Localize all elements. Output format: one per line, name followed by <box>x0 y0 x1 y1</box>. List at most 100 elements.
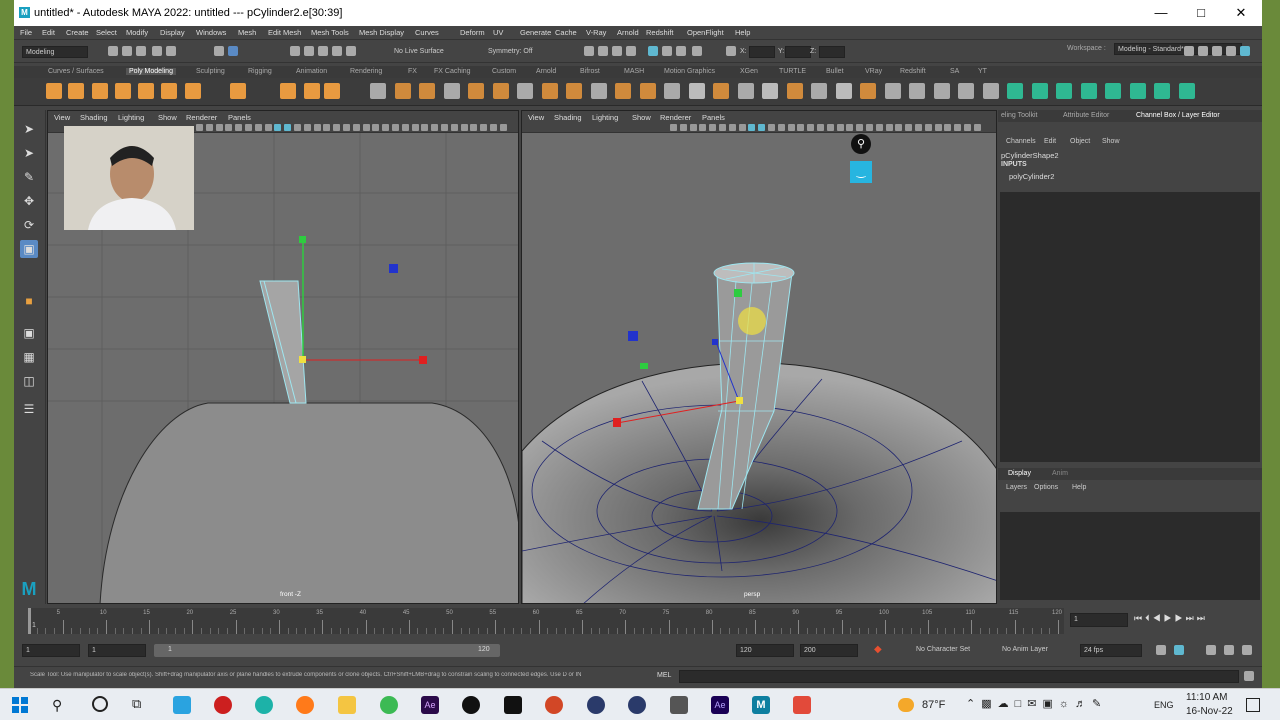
shelf-tab-fx[interactable]: FX <box>408 68 417 75</box>
capcut-icon[interactable] <box>504 696 522 714</box>
viewport-tool-29-icon[interactable] <box>470 124 478 131</box>
viewport-tool-23-icon[interactable] <box>885 124 893 131</box>
viewport-tool-4-icon[interactable] <box>699 124 707 131</box>
shelf-tool-22-icon[interactable] <box>884 83 901 99</box>
menu-create[interactable]: Create <box>66 28 89 37</box>
shelf-tool-34-icon[interactable] <box>1178 83 1195 99</box>
poly-disc-icon[interactable] <box>185 83 201 99</box>
snap-curve-icon[interactable] <box>304 46 314 56</box>
temperature[interactable]: 87°F <box>922 699 945 711</box>
svg-icon[interactable] <box>324 83 340 99</box>
viewport-tool-14-icon[interactable] <box>797 124 805 131</box>
shelf-tab-bullet[interactable]: Bullet <box>826 68 844 75</box>
menu-openflight[interactable]: OpenFlight <box>687 28 724 37</box>
modeling-toolkit-icon[interactable] <box>1184 46 1194 56</box>
shelf-tab-sculpting[interactable]: Sculpting <box>196 68 225 75</box>
app-icon[interactable] <box>670 696 688 714</box>
rotate-tool-icon[interactable]: ⟳ <box>20 216 38 234</box>
shelf-tool-8-icon[interactable] <box>541 83 558 99</box>
media-player-icon[interactable] <box>793 696 811 714</box>
viewport-tool-17-icon[interactable] <box>826 124 834 131</box>
hypershade-icon[interactable] <box>626 46 636 56</box>
select-component-icon[interactable] <box>228 46 238 56</box>
viewport-tool-15-icon[interactable] <box>333 124 341 131</box>
after-effects-icon[interactable]: Ae <box>421 696 439 714</box>
playback-start-field[interactable]: 1 <box>88 644 146 657</box>
view-menu[interactable]: View <box>54 113 70 122</box>
menu-generate[interactable]: Generate <box>520 28 551 37</box>
viewport-tool-13-icon[interactable] <box>787 124 795 131</box>
anim-layer-dropdown[interactable]: No Anim Layer <box>1002 646 1048 653</box>
viewport-tool-2-icon[interactable] <box>205 124 213 131</box>
minimize-button[interactable]: — <box>1141 3 1181 23</box>
shelf-tool-16-icon[interactable] <box>737 83 754 99</box>
viewport-icon-bar[interactable] <box>522 124 996 133</box>
shelf-tab-rigging[interactable]: Rigging <box>248 68 272 75</box>
renderer-menu[interactable]: Renderer <box>660 113 691 122</box>
shelf-tool-31-icon[interactable] <box>1105 83 1121 99</box>
viewport-tool-30-icon[interactable] <box>480 124 488 131</box>
viewport-tool-22-icon[interactable] <box>401 124 409 131</box>
shelf-tab-fx-caching[interactable]: FX Caching <box>434 68 471 75</box>
obs-2-icon[interactable] <box>628 696 646 714</box>
firefox-icon[interactable] <box>296 696 314 714</box>
cortana-icon[interactable] <box>92 696 108 712</box>
viewport-tool-6-icon[interactable] <box>245 124 252 131</box>
shelf-tool-14-icon[interactable] <box>688 83 705 99</box>
menu-edit[interactable]: Edit <box>42 28 55 37</box>
new-scene-icon[interactable] <box>108 46 118 56</box>
four-view-icon[interactable]: ▦ <box>20 348 38 366</box>
outliner-icon[interactable] <box>1226 46 1236 56</box>
viewport-tool-3-icon[interactable] <box>689 124 697 131</box>
tab-channel-box[interactable]: Channel Box / Layer Editor <box>1136 112 1220 119</box>
viewport-tool-24-icon[interactable] <box>895 124 903 131</box>
input-node-name[interactable]: polyCylinder2 <box>1009 172 1054 181</box>
panels-menu[interactable]: Panels <box>702 113 725 122</box>
tab-display[interactable]: Display <box>1008 470 1031 477</box>
opera-icon[interactable] <box>214 696 232 714</box>
viewport-tool-7-icon[interactable] <box>254 124 262 131</box>
viewport-tool-31-icon[interactable] <box>964 124 971 131</box>
viewport-tool-14-icon[interactable] <box>323 124 331 131</box>
shelf-tool-19-icon[interactable] <box>811 83 827 99</box>
shading-menu[interactable]: Shading <box>80 113 108 122</box>
save-scene-icon[interactable] <box>136 46 146 56</box>
task-view-icon[interactable]: ⧉ <box>132 696 141 712</box>
x-field[interactable] <box>749 46 775 58</box>
clock-date[interactable]: 16-Nov-22 <box>1186 706 1233 717</box>
render-frame-icon[interactable] <box>584 46 594 56</box>
shelf-tool-27-icon[interactable] <box>1007 83 1023 99</box>
clock-time[interactable]: 11:10 AM <box>1186 692 1228 703</box>
symmetry-label[interactable]: Symmetry: Off <box>488 48 533 55</box>
anim-end-field[interactable]: 200 <box>800 644 858 657</box>
ipr-render-icon[interactable] <box>598 46 608 56</box>
open-scene-icon[interactable] <box>122 46 132 56</box>
menu-redshift[interactable]: Redshift <box>646 28 674 37</box>
viewport-tool-25-icon[interactable] <box>431 124 439 131</box>
weather-icon[interactable] <box>898 698 914 712</box>
viewport-tool-23-icon[interactable] <box>411 124 419 131</box>
viewport-tool-21-icon[interactable] <box>866 124 873 131</box>
outliner-layout-icon[interactable]: ☰ <box>20 400 38 418</box>
shelf-tool-6-icon[interactable] <box>492 83 509 99</box>
viewport-tool-1-icon[interactable] <box>670 124 677 131</box>
shelf-tool-5-icon[interactable] <box>468 83 484 99</box>
character-set-dropdown[interactable]: No Character Set <box>916 646 970 653</box>
tool-settings-icon[interactable] <box>1212 46 1222 56</box>
maya-taskbar-icon[interactable]: M <box>752 696 770 714</box>
select-tool-icon[interactable]: ➤ <box>20 120 38 138</box>
lasso-tool-icon[interactable]: ➤ <box>20 144 38 162</box>
telegram-icon[interactable] <box>173 696 191 714</box>
two-view-icon[interactable]: ◫ <box>20 372 38 390</box>
viewport-tool-21-icon[interactable] <box>392 124 399 131</box>
y-field[interactable] <box>785 46 811 58</box>
transform-mode-icon[interactable] <box>726 46 736 56</box>
maximize-button[interactable]: □ <box>1181 3 1221 23</box>
powerpoint-icon[interactable] <box>545 696 563 714</box>
edge-icon[interactable] <box>255 696 273 714</box>
playback-end-field[interactable]: 120 <box>736 644 794 657</box>
help-menu[interactable]: Help <box>1072 484 1086 491</box>
shelf-tab-rendering[interactable]: Rendering <box>350 68 382 75</box>
redshift-render-icon[interactable] <box>662 46 672 56</box>
poly-cone-icon[interactable] <box>115 83 131 99</box>
